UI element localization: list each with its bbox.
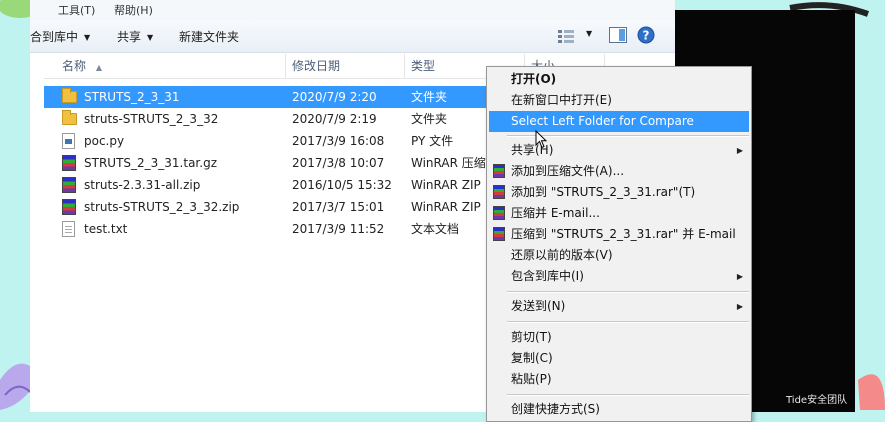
file-type: 文件夹 bbox=[411, 90, 448, 104]
folder-icon bbox=[62, 110, 77, 125]
menu-item-copy[interactable]: 复制(C) bbox=[489, 348, 749, 369]
menu-item-compress-to-rar-email[interactable]: 压缩到 "STRUTS_2_3_31.rar" 并 E-mail bbox=[489, 224, 749, 245]
menu-item-select-left-folder[interactable]: Select Left Folder for Compare bbox=[489, 111, 749, 132]
share-label: 共享 bbox=[117, 30, 142, 44]
menu-item-share[interactable]: 共享(H) ▶ bbox=[489, 140, 749, 161]
file-date: 2017/3/8 10:07 bbox=[292, 156, 385, 170]
menu-item-open-new-window[interactable]: 在新窗口中打开(E) bbox=[489, 90, 749, 111]
menu-separator bbox=[507, 394, 749, 396]
column-date-label: 修改日期 bbox=[292, 59, 341, 73]
view-dropdown-icon[interactable]: ▼ bbox=[586, 29, 592, 38]
file-name: test.txt bbox=[84, 222, 128, 236]
chevron-down-icon: ▼ bbox=[84, 33, 91, 42]
menu-item-restore-previous[interactable]: 还原以前的版本(V) bbox=[489, 245, 749, 266]
mouse-cursor-icon bbox=[535, 130, 548, 149]
menu-help[interactable]: 帮助(H) bbox=[114, 2, 153, 18]
winrar-icon bbox=[493, 227, 505, 241]
file-type: 文本文档 bbox=[411, 222, 460, 236]
menu-separator bbox=[507, 321, 749, 323]
file-type: WinRAR ZIP bbox=[411, 200, 481, 214]
file-date: 2020/7/9 2:19 bbox=[292, 112, 377, 126]
file-name: STRUTS_2_3_31 bbox=[84, 90, 180, 104]
menu-item-add-to-rar[interactable]: 添加到 "STRUTS_2_3_31.rar"(T) bbox=[489, 182, 749, 203]
include-in-library-button[interactable]: 合到库中 ▼ bbox=[30, 28, 90, 45]
share-button[interactable]: 共享 ▼ bbox=[117, 28, 153, 45]
file-date: 2020/7/9 2:20 bbox=[292, 90, 377, 104]
preview-pane-icon[interactable] bbox=[609, 27, 627, 43]
column-header-name[interactable]: 名称 ▲ bbox=[44, 54, 286, 78]
menu-bar: 工具(T) 帮助(H) bbox=[30, 0, 675, 21]
menu-separator bbox=[507, 291, 749, 293]
help-icon[interactable]: ? bbox=[637, 26, 655, 44]
file-type: PY 文件 bbox=[411, 134, 454, 148]
file-name: struts-2.3.31-all.zip bbox=[84, 178, 201, 192]
winrar-icon bbox=[62, 155, 76, 171]
folder-icon bbox=[62, 88, 77, 103]
file-type: WinRAR 压缩 bbox=[411, 156, 486, 170]
python-file-icon bbox=[62, 133, 75, 149]
column-name-label: 名称 bbox=[62, 59, 87, 73]
file-date: 2016/10/5 15:32 bbox=[292, 178, 392, 192]
menu-item-create-shortcut[interactable]: 创建快捷方式(S) bbox=[489, 399, 749, 420]
chevron-down-icon: ▼ bbox=[147, 33, 154, 42]
view-options-icon[interactable] bbox=[558, 29, 574, 43]
file-date: 2017/3/7 15:01 bbox=[292, 200, 385, 214]
menu-item-paste[interactable]: 粘贴(P) bbox=[489, 369, 749, 390]
menu-item-add-to-archive[interactable]: 添加到压缩文件(A)... bbox=[489, 161, 749, 182]
text-file-icon bbox=[62, 221, 75, 237]
menu-item-cut[interactable]: 剪切(T) bbox=[489, 327, 749, 348]
menu-item-compress-email[interactable]: 压缩并 E-mail... bbox=[489, 203, 749, 224]
column-header-date[interactable]: 修改日期 bbox=[286, 54, 405, 78]
submenu-arrow-icon: ▶ bbox=[736, 302, 743, 311]
winrar-icon bbox=[493, 185, 505, 199]
sort-ascending-icon: ▲ bbox=[95, 63, 102, 72]
svg-text:?: ? bbox=[643, 29, 650, 43]
submenu-arrow-icon: ▶ bbox=[736, 146, 743, 155]
new-folder-label: 新建文件夹 bbox=[179, 30, 240, 44]
watermark: Tide安全团队 bbox=[786, 395, 848, 406]
context-menu: 打开(O) 在新窗口中打开(E) Select Left Folder for … bbox=[486, 66, 752, 422]
menu-item-include-in-library[interactable]: 包含到库中(I) ▶ bbox=[489, 266, 749, 287]
column-type-label: 类型 bbox=[411, 59, 436, 73]
command-bar: 合到库中 ▼ 共享 ▼ 新建文件夹 ▼ ? bbox=[30, 20, 675, 53]
submenu-arrow-icon: ▶ bbox=[736, 272, 743, 281]
file-type: WinRAR ZIP bbox=[411, 178, 481, 192]
include-in-library-label: 合到库中 bbox=[30, 30, 79, 44]
winrar-icon bbox=[493, 206, 505, 220]
menu-item-send-to[interactable]: 发送到(N) ▶ bbox=[489, 296, 749, 317]
menu-tools[interactable]: 工具(T) bbox=[58, 2, 95, 18]
file-date: 2017/3/9 11:52 bbox=[292, 222, 385, 236]
new-folder-button[interactable]: 新建文件夹 bbox=[179, 28, 239, 45]
winrar-icon bbox=[493, 164, 505, 178]
file-name: struts-STRUTS_2_3_32 bbox=[84, 112, 219, 126]
file-name: STRUTS_2_3_31.tar.gz bbox=[84, 156, 217, 170]
menu-item-open[interactable]: 打开(O) bbox=[489, 69, 749, 90]
file-name: poc.py bbox=[84, 134, 125, 148]
winrar-icon bbox=[62, 199, 76, 215]
file-name: struts-STRUTS_2_3_32.zip bbox=[84, 200, 240, 214]
winrar-icon bbox=[62, 177, 76, 193]
file-date: 2017/3/9 16:08 bbox=[292, 134, 385, 148]
file-type: 文件夹 bbox=[411, 112, 448, 126]
